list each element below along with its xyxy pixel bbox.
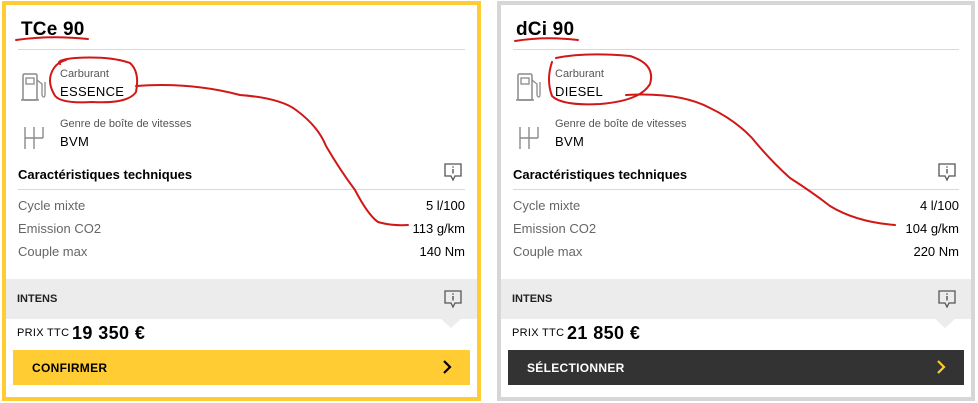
spec-row: Emission CO2 113 g/km	[18, 218, 465, 241]
spec-label: Couple max	[513, 244, 583, 259]
tech-specs-title: Caractéristiques techniques	[513, 167, 688, 182]
divider	[18, 49, 465, 50]
tech-specs-title: Caractéristiques techniques	[18, 167, 193, 182]
spec-value: 104 g/km	[905, 221, 959, 236]
version-card-tce90[interactable]: TCe 90 Carburant ESSENCE Genre de boîte …	[2, 1, 481, 401]
gearbox-label: Genre de boîte de vitesses	[60, 118, 192, 130]
gearbox-value: BVM	[555, 134, 585, 149]
tech-specs-list: Cycle mixte 5 l/100 Emission CO2 113 g/k…	[18, 195, 465, 264]
gearbox-icon	[24, 127, 44, 149]
fuel-value: ESSENCE	[60, 84, 125, 99]
spec-label: Emission CO2	[513, 221, 597, 236]
info-icon[interactable]	[937, 162, 957, 182]
spec-value: 5 l/100	[425, 198, 465, 213]
price-label: PRIX TTC	[17, 327, 70, 339]
version-bar-pointer	[441, 319, 461, 328]
confirm-button-label: CONFIRMER	[32, 361, 108, 375]
price-value: 21 850 €	[567, 323, 641, 343]
spec-value: 140 Nm	[419, 244, 465, 259]
divider	[513, 49, 959, 50]
spec-value: 220 Nm	[913, 244, 959, 259]
spec-row: Couple max 140 Nm	[18, 241, 465, 264]
spec-label: Emission CO2	[18, 221, 102, 236]
gearbox-icon	[519, 127, 539, 149]
tech-specs-header: Caractéristiques techniques	[513, 162, 959, 190]
version-bar: INTENS	[501, 279, 971, 319]
version-bar-pointer	[935, 319, 955, 328]
engine-title: dCi 90	[516, 19, 575, 40]
gearbox-label: Genre de boîte de vitesses	[555, 118, 687, 130]
version-bar: INTENS	[6, 279, 477, 319]
spec-row: Cycle mixte 4 l/100	[513, 195, 959, 218]
fuel-value: DIESEL	[555, 84, 604, 99]
select-button[interactable]: SÉLECTIONNER	[508, 350, 964, 385]
price-value: 19 350 €	[72, 323, 146, 343]
version-name: INTENS	[512, 293, 553, 305]
spec-value: 4 l/100	[919, 198, 959, 213]
tech-specs-header: Caractéristiques techniques	[18, 162, 465, 190]
info-icon[interactable]	[937, 289, 957, 309]
spec-value: 113 g/km	[412, 221, 465, 236]
version-name: INTENS	[17, 293, 58, 305]
chevron-right-icon	[443, 360, 452, 374]
fuel-pump-icon	[21, 73, 46, 101]
engine-title: TCe 90	[21, 19, 85, 40]
confirm-button[interactable]: CONFIRMER	[13, 350, 470, 385]
spec-label: Couple max	[18, 244, 88, 259]
price-label: PRIX TTC	[512, 327, 565, 339]
fuel-pump-icon	[516, 73, 541, 101]
gearbox-value: BVM	[60, 134, 90, 149]
info-icon[interactable]	[443, 289, 463, 309]
fuel-label: Carburant	[555, 68, 604, 80]
spec-row: Emission CO2 104 g/km	[513, 218, 959, 241]
fuel-label: Carburant	[60, 68, 109, 80]
version-card-dci90[interactable]: dCi 90 Carburant DIESEL Genre de boîte d…	[497, 1, 975, 401]
spec-label: Cycle mixte	[18, 198, 86, 213]
spec-row: Cycle mixte 5 l/100	[18, 195, 465, 218]
spec-label: Cycle mixte	[513, 198, 581, 213]
select-button-label: SÉLECTIONNER	[527, 361, 625, 375]
info-icon[interactable]	[443, 162, 463, 182]
spec-row: Couple max 220 Nm	[513, 241, 959, 264]
chevron-right-icon	[937, 360, 946, 374]
tech-specs-list: Cycle mixte 4 l/100 Emission CO2 104 g/k…	[513, 195, 959, 264]
